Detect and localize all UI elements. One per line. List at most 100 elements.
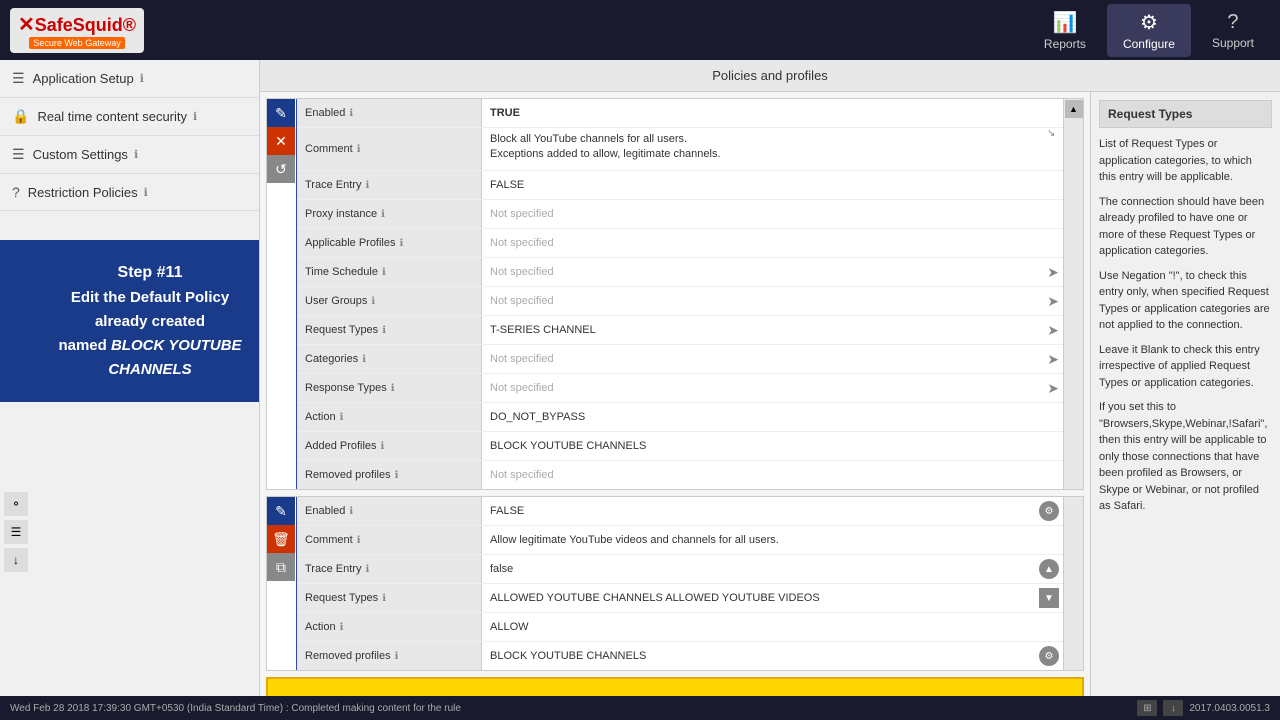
action-help-icon: ℹ [340, 412, 344, 423]
policy1-proxy-label: Proxy instance ℹ [297, 200, 482, 228]
policy2-trace-row: Trace Entry ℹ false ▲ [297, 555, 1063, 584]
comment-help-icon: ℹ [357, 144, 361, 155]
policy1-comment-value: Block all YouTube channels for all users… [482, 128, 1047, 167]
tooltip-line3: already created [20, 310, 260, 334]
policy2-action-value: ALLOW [482, 617, 1063, 637]
policy2-trace-label: Trace Entry ℹ [297, 555, 482, 583]
policy1-added-value: BLOCK YOUTUBE CHANNELS [482, 436, 1063, 456]
policy1-comment-row: Comment ℹ Block all YouTube channels for… [297, 128, 1063, 171]
sidebar-restriction-label: Restriction Policies [28, 185, 138, 200]
statusbar: Wed Feb 28 2018 17:39:30 GMT+0530 (India… [0, 696, 1280, 720]
sidebar-icon-2[interactable]: ☰ [4, 520, 28, 544]
policy1-applicable-value: Not specified [482, 233, 1063, 253]
statusbar-icon2[interactable]: ↓ [1163, 700, 1183, 716]
sidebar-item-restriction[interactable]: ? Restriction Policies ℹ [0, 174, 259, 211]
sidebar-item-app-setup[interactable]: ☰ Application Setup ℹ [0, 60, 259, 98]
nav-support-label: Support [1212, 36, 1254, 50]
policy1-time-row: Time Schedule ℹ Not specified ➤ [297, 258, 1063, 287]
policy1-added-row: Added Profiles ℹ BLOCK YOUTUBE CHANNELS [297, 432, 1063, 461]
time-help-icon: ℹ [382, 267, 386, 278]
policy1-user-row: User Groups ℹ Not specified ➤ [297, 287, 1063, 316]
support-icon: ? [1227, 11, 1238, 34]
policy2-comment-label: Comment ℹ [297, 526, 482, 554]
restriction-icon: ? [12, 184, 20, 200]
policy2-removed-settings[interactable]: ⚙ [1039, 646, 1059, 666]
right-panel-p3: Use Negation "!", to check this entry on… [1099, 268, 1272, 334]
policy2-trace-scroll-up[interactable]: ▲ [1039, 559, 1059, 579]
policy1-reset-btn[interactable]: ↺ [267, 155, 295, 183]
user-nav-icon: ➤ [1047, 293, 1063, 310]
app-setup-help-icon: ℹ [140, 72, 144, 85]
sidebar-item-custom-settings[interactable]: ☰ Custom Settings ℹ [0, 136, 259, 174]
sidebar-custom-label: Custom Settings [33, 147, 128, 162]
main-content: Policies and profiles ✎ ✕ ↺ [260, 60, 1280, 696]
policy1-response-row: Response Types ℹ Not specified ➤ [297, 374, 1063, 403]
realtime-help-icon: ℹ [193, 110, 197, 123]
p2-request-help: ℹ [382, 593, 386, 604]
policy1-delete-btn[interactable]: ✕ [267, 127, 295, 155]
right-panel-p2: The connection should have been already … [1099, 194, 1272, 260]
content-area: ✎ ✕ ↺ Enabled ℹ [260, 92, 1280, 696]
realtime-icon: 🔒 [12, 108, 29, 125]
policy2-request-scroll[interactable]: ▼ [1039, 588, 1059, 608]
statusbar-text: Wed Feb 28 2018 17:39:30 GMT+0530 (India… [10, 703, 461, 714]
trace-help-icon: ℹ [365, 180, 369, 191]
resize-icon: ↘ [1047, 128, 1055, 139]
request-nav-icon: ➤ [1047, 322, 1063, 339]
right-panel: Request Types List of Request Types or a… [1090, 92, 1280, 696]
statusbar-version: 2017.0403.0051.3 [1189, 703, 1270, 714]
policy-block-2: ✎ 🗑 ⧉ Enabled ℹ FALSE [266, 496, 1084, 671]
nav-configure-label: Configure [1123, 37, 1175, 51]
proxy-help-icon: ℹ [381, 209, 385, 220]
policy1-edit-btn[interactable]: ✎ [267, 99, 295, 127]
sidebar-icon-1[interactable]: ⚬ [4, 492, 28, 516]
policy1-trace-row: Trace Entry ℹ FALSE [297, 171, 1063, 200]
added-help-icon: ℹ [381, 441, 385, 452]
policy2-comment-value: Allow legitimate YouTube videos and chan… [482, 530, 1063, 550]
enabled-help-icon: ℹ [349, 108, 353, 119]
nav-reports[interactable]: 📊 Reports [1028, 4, 1102, 57]
nav-support[interactable]: ? Support [1196, 5, 1270, 56]
policy1-removed-row: Removed profiles ℹ Not specified [297, 461, 1063, 489]
policy2-trace-value: false [482, 559, 1039, 579]
policy1-user-value: Not specified [482, 291, 1047, 311]
statusbar-icon1[interactable]: ⊞ [1137, 700, 1157, 716]
main-layout: ☰ Application Setup ℹ 🔒 Real time conten… [0, 60, 1280, 696]
policy1-scroll: ▲ [1063, 99, 1083, 489]
sidebar-item-realtime[interactable]: 🔒 Real time content security ℹ [0, 98, 259, 136]
sidebar-icon-3[interactable]: ↓ [4, 548, 28, 572]
policy2-removed-row: Removed profiles ℹ BLOCK YOUTUBE CHANNEL… [297, 642, 1063, 670]
policy1-action-label: Action ℹ [297, 403, 482, 431]
response-nav-icon: ➤ [1047, 380, 1063, 397]
policy2-enabled-label: Enabled ℹ [297, 497, 482, 525]
policy2-delete-btn[interactable]: 🗑 [267, 525, 295, 553]
logo-area: ✕SafeSquid® Secure Web Gateway [10, 8, 144, 53]
logo-box: ✕SafeSquid® Secure Web Gateway [10, 8, 144, 53]
policies-header: Policies and profiles [260, 60, 1280, 92]
p2-comment-help: ℹ [357, 535, 361, 546]
nav-configure[interactable]: ⚙ Configure [1107, 4, 1191, 57]
policy1-proxy-row: Proxy instance ℹ Not specified [297, 200, 1063, 229]
policy2-settings-icon[interactable]: ⚙ [1039, 501, 1059, 521]
scroll-up-btn[interactable]: ▲ [1065, 100, 1083, 118]
nav-reports-label: Reports [1044, 37, 1086, 51]
policy1-applicable-label: Applicable Profiles ℹ [297, 229, 482, 257]
tooltip-line4: named BLOCK YOUTUBE CHANNELS [20, 334, 260, 382]
p2-action-help: ℹ [340, 622, 344, 633]
categories-help-icon: ℹ [362, 354, 366, 365]
reports-icon: 📊 [1052, 10, 1077, 35]
tooltip-step: Step #11 [20, 260, 260, 286]
policy2-enabled-row: Enabled ℹ FALSE ⚙ [297, 497, 1063, 526]
sidebar-realtime-label: Real time content security [37, 109, 187, 124]
right-panel-p1: List of Request Types or application cat… [1099, 136, 1272, 186]
policy2-action-label: Action ℹ [297, 613, 482, 641]
sidebar-app-setup-label: Application Setup [33, 71, 134, 86]
policy2-copy-btn[interactable]: ⧉ [267, 553, 295, 581]
policy2-fields: Enabled ℹ FALSE ⚙ Comment ℹ [297, 497, 1063, 670]
policy2-edit-btn[interactable]: ✎ [267, 497, 295, 525]
header: ✕SafeSquid® Secure Web Gateway 📊 Reports… [0, 0, 1280, 60]
policy1-request-label: Request Types ℹ [297, 316, 482, 344]
policy1-trace-value: FALSE [482, 175, 1063, 195]
applicable-help-icon: ℹ [400, 238, 404, 249]
instruction-bar: Select T-SERIES CHANNEL in Request Types… [266, 677, 1084, 696]
